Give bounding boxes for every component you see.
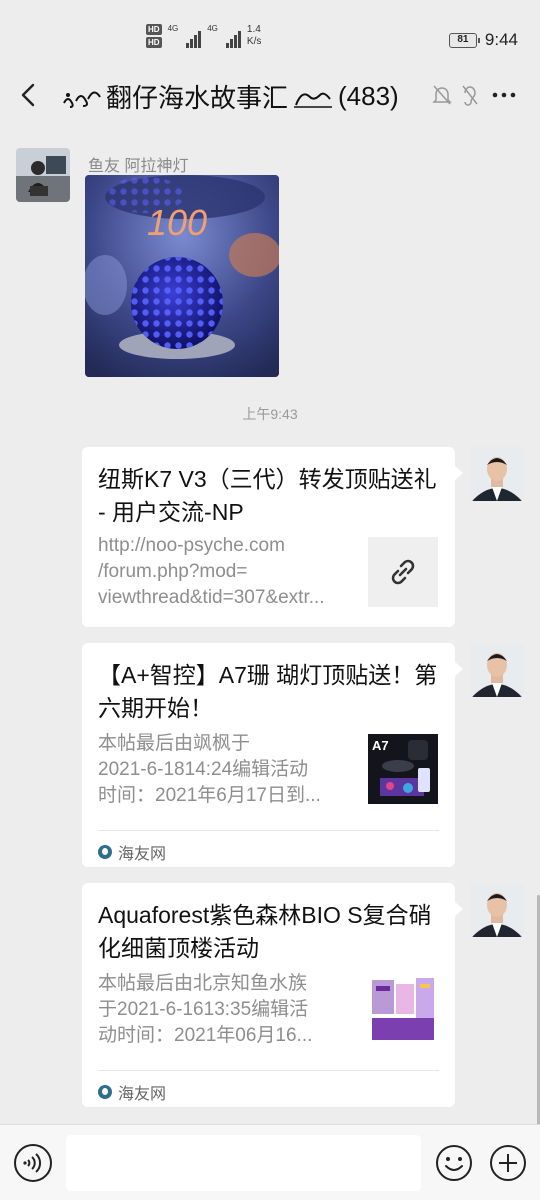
site-logo-icon	[98, 845, 112, 859]
card-divider	[98, 830, 439, 831]
message-timestamp: 上午9:43	[242, 406, 298, 422]
battery-icon: 81	[448, 32, 480, 48]
link-card[interactable]: 【A+智控】A7珊 瑚灯顶贴送！第六期开始！ 本帖最后由飒枫于 2021-6-1…	[82, 643, 463, 867]
chat-title: 翻仔海水故事汇 (483)	[60, 78, 399, 115]
card-desc-line: /forum.php?mod=	[98, 561, 248, 582]
card-title: 纽斯K7 V3（三代）转发顶贴送礼 - 用户交流-NP	[98, 466, 437, 525]
card-desc-line: 动时间：2021年06月16...	[98, 1025, 313, 1046]
link-icon	[368, 537, 438, 607]
source-name: 海友网	[118, 1086, 167, 1103]
network-type: 4G	[207, 24, 218, 33]
link-card[interactable]: Aquaforest紫色森林BIO S复合硝化细菌顶楼活动 本帖最后由北京知鱼水…	[82, 883, 463, 1107]
speed-value: 1.4	[246, 24, 261, 35]
sender-name: 鱼友 阿拉神灯	[88, 158, 189, 175]
photo-handwriting: 100	[147, 202, 207, 243]
network-type: 4G	[167, 24, 179, 33]
card-desc-line: 于2021-6-1613:35编辑活	[98, 999, 309, 1020]
back-arrow-icon[interactable]	[14, 78, 44, 112]
self-avatar[interactable]	[470, 447, 524, 501]
card-desc-line: viewthread&tid=307&extr...	[98, 587, 325, 608]
card-thumbnail	[368, 974, 438, 1044]
input-bar	[0, 1124, 540, 1200]
card-description: http://noo-psyche.com /forum.php?mod= vi…	[98, 533, 353, 611]
chat-header: 翻仔海水故事汇 (483)	[0, 72, 540, 118]
message-input[interactable]	[66, 1135, 421, 1191]
card-description: 本帖最后由飒枫于 2021-6-1814:24编辑活动 时间：2021年6月17…	[98, 731, 353, 809]
sender-avatar[interactable]	[16, 148, 70, 202]
card-source: 海友网	[98, 840, 166, 864]
card-desc-line: 时间：2021年6月17日到...	[98, 785, 321, 806]
swirl-decoration-icon	[294, 92, 333, 108]
signal-icon	[225, 28, 241, 48]
card-desc-line: http://noo-psyche.com	[98, 535, 285, 556]
card-divider	[98, 1070, 439, 1071]
link-card[interactable]: 纽斯K7 V3（三代）转发顶贴送礼 - 用户交流-NP http://noo-p…	[82, 447, 463, 627]
voice-input-button[interactable]	[14, 1144, 52, 1182]
self-avatar[interactable]	[470, 883, 524, 937]
card-title: 【A+智控】A7珊 瑚灯顶贴送！第六期开始！	[98, 662, 438, 721]
status-bar: HD HD 4G 4G 1.4 K/s 81 9:44	[0, 0, 540, 80]
mute-bell-icon	[432, 85, 452, 105]
more-options-icon[interactable]	[490, 86, 518, 104]
source-name: 海友网	[118, 846, 167, 863]
card-thumbnail: A7	[368, 734, 438, 804]
swirl-decoration-icon	[63, 91, 101, 108]
earpiece-icon	[462, 85, 478, 106]
thumbnail-label: A7	[372, 738, 389, 753]
network-speed: 1.4 K/s	[247, 24, 261, 48]
card-title: Aquaforest紫色森林BIO S复合硝化细菌顶楼活动	[98, 902, 432, 961]
coral-photo[interactable]: 100	[85, 175, 279, 377]
card-desc-line: 本帖最后由飒枫于	[98, 733, 251, 754]
site-logo-icon	[98, 1085, 112, 1099]
voice-icon	[23, 1153, 42, 1173]
card-desc-line: 本帖最后由北京知鱼水族	[98, 973, 308, 994]
member-count: (483)	[338, 81, 399, 111]
plus-icon[interactable]	[489, 1144, 527, 1182]
hd-badge: HD	[146, 24, 162, 35]
signal-icon	[186, 28, 202, 48]
status-time: 9:44	[484, 30, 518, 49]
network-status: HD HD 4G 4G 1.4 K/s	[146, 24, 261, 48]
self-avatar[interactable]	[470, 643, 524, 697]
group-name: 翻仔海水故事汇	[106, 83, 289, 113]
card-description: 本帖最后由北京知鱼水族 于2021-6-1613:35编辑活 动时间：2021年…	[98, 971, 353, 1049]
speed-unit: K/s	[246, 36, 262, 47]
hd-badge: HD	[146, 37, 162, 48]
card-desc-line: 2021-6-1814:24编辑活动	[98, 759, 309, 780]
emoji-icon[interactable]	[435, 1144, 473, 1182]
card-source: 海友网	[98, 1080, 166, 1104]
